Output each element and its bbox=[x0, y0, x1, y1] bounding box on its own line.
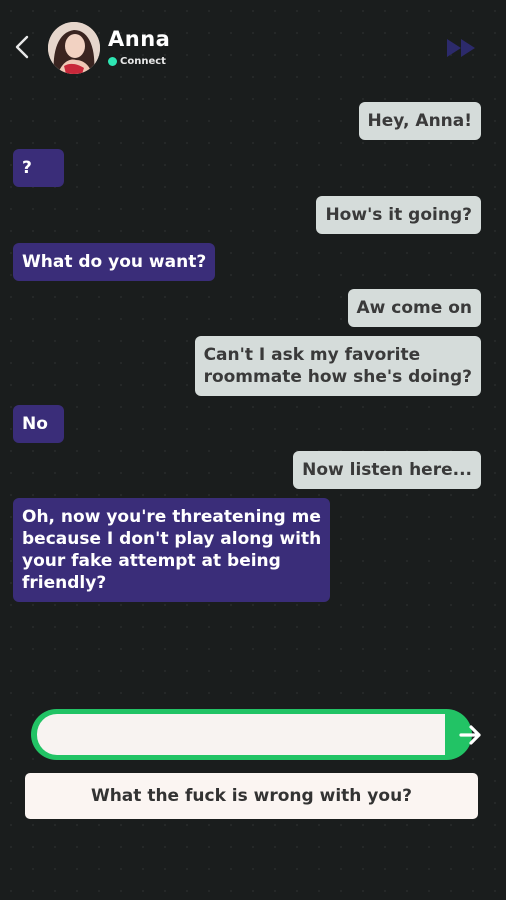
skip-button[interactable] bbox=[446, 37, 478, 59]
avatar[interactable] bbox=[48, 22, 100, 74]
message-sent: Now listen here... bbox=[293, 451, 481, 489]
online-dot-icon bbox=[108, 57, 117, 66]
message-received: No bbox=[13, 405, 64, 443]
message-sent: How's it going? bbox=[316, 196, 481, 234]
message-received: What do you want? bbox=[13, 243, 216, 281]
status-text: Connect bbox=[120, 56, 166, 67]
message-composer bbox=[31, 709, 481, 760]
message-sent: Aw come on bbox=[347, 289, 481, 327]
chat-header: Anna Connect bbox=[0, 0, 506, 96]
reply-suggestion-button[interactable]: What the fuck is wrong with you? bbox=[25, 773, 478, 819]
message-received: Oh, now you're threatening me because I … bbox=[13, 498, 331, 602]
fast-forward-icon bbox=[447, 39, 475, 57]
send-icon bbox=[459, 724, 481, 745]
avatar-image bbox=[48, 22, 100, 74]
message-input[interactable] bbox=[37, 714, 445, 755]
status-indicator: Connect bbox=[108, 56, 166, 67]
message-sent: Can't I ask my favorite roommate how she… bbox=[194, 336, 481, 396]
back-button[interactable] bbox=[8, 30, 36, 64]
send-button[interactable] bbox=[447, 714, 495, 755]
chevron-left-icon bbox=[15, 35, 29, 59]
message-sent: Hey, Anna! bbox=[358, 102, 481, 140]
message-received: ? bbox=[13, 149, 64, 187]
contact-name: Anna bbox=[108, 27, 171, 51]
